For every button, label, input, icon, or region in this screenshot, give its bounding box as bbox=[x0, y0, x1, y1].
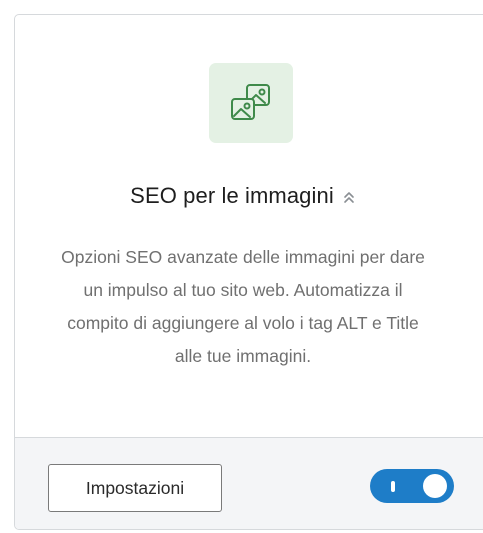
toggle-on-indicator bbox=[391, 481, 395, 492]
title-row: SEO per le immagini bbox=[15, 183, 471, 209]
images-icon bbox=[231, 84, 270, 120]
toggle-knob bbox=[423, 474, 447, 498]
module-title: SEO per le immagini bbox=[130, 183, 334, 208]
card-body: SEO per le immagini Opzioni SEO avanzate… bbox=[15, 15, 483, 437]
settings-button[interactable]: Impostazioni bbox=[48, 464, 222, 512]
module-icon-box bbox=[209, 63, 293, 143]
module-description: Opzioni SEO avanzate delle immagini per … bbox=[61, 247, 425, 366]
chevron-double-up-icon[interactable] bbox=[342, 190, 356, 204]
module-card: SEO per le immagini Opzioni SEO avanzate… bbox=[14, 14, 483, 530]
card-footer: Impostazioni bbox=[15, 437, 483, 529]
module-toggle[interactable] bbox=[370, 469, 454, 503]
